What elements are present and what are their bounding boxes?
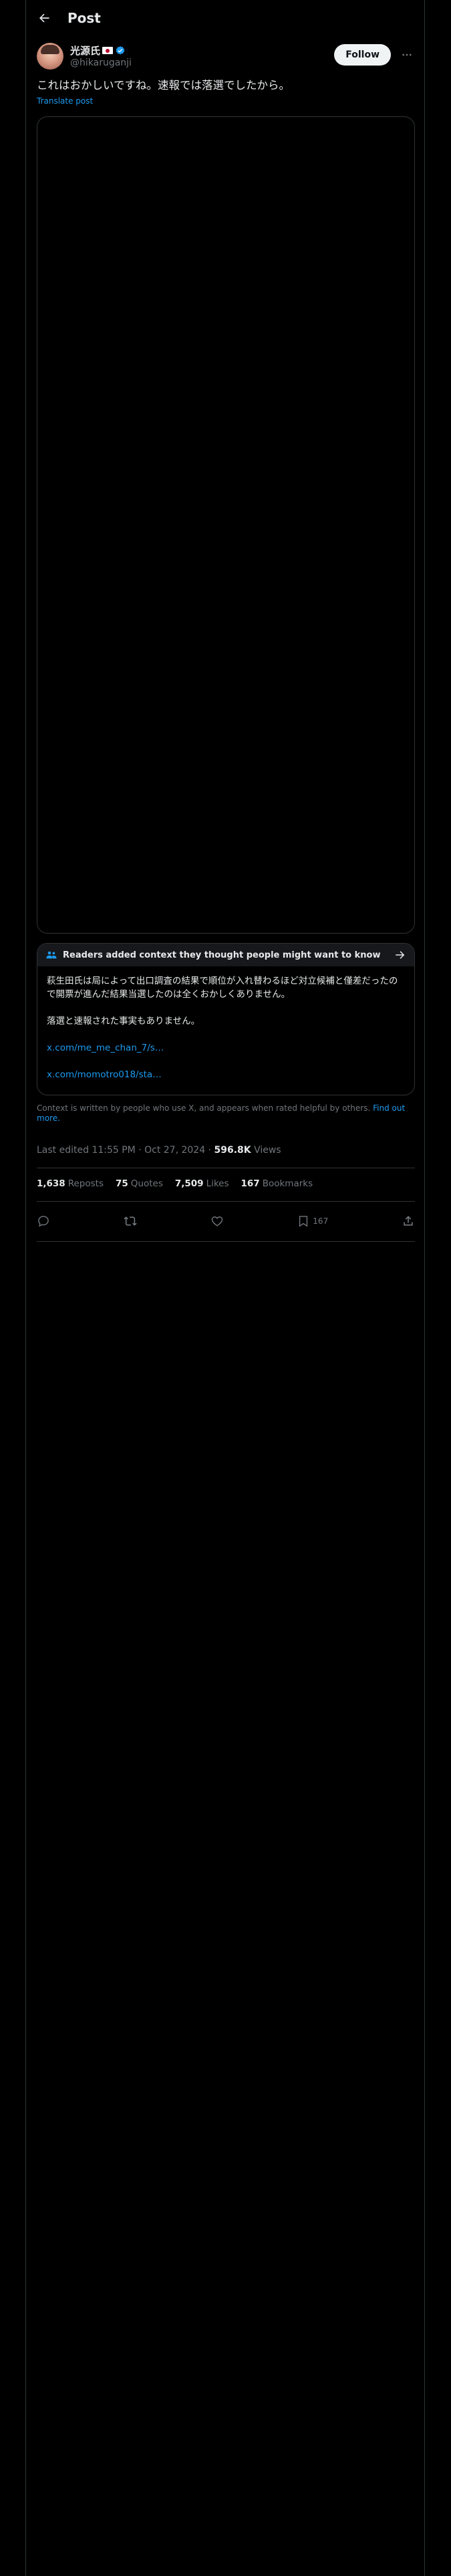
display-name[interactable]: 光源氏 [70,43,100,58]
community-note-body: 萩生田氏は局によって出口調査の結果で順位が入れ替わるほど対立候補と僅差だったので… [37,966,414,1095]
action-bar: 167 [37,1209,415,1233]
timestamp-text[interactable]: Last edited 11:55 PM · Oct 27, 2024 · [37,1145,211,1156]
post-text: これはおかしいですね。速報では落選でしたから。 [37,79,291,92]
primary-column: Post 光源氏 @hikaruganji Follow これはおかしいですね。… [25,0,425,2576]
avatar[interactable] [37,43,63,70]
community-note-footer-text: Context is written by people who use X, … [37,1103,371,1113]
people-icon [46,951,57,959]
community-note-paragraph: 萩生田氏は局によって出口調査の結果で順位が入れ替わるほど対立候補と僅差だったので… [47,976,398,1000]
post-timestamp: Last edited 11:55 PM · Oct 27, 2024 · 59… [37,1145,281,1156]
views-label: Views [254,1145,281,1156]
likes-stat[interactable]: 7,509 Likes [175,1178,229,1189]
community-note-source-link[interactable]: x.com/me_me_chan_7/s… [47,1041,405,1055]
more-horizontal-icon [402,53,412,56]
quotes-stat[interactable]: 75 Quotes [116,1178,163,1189]
reply-icon [38,1216,49,1227]
divider [37,1201,415,1202]
more-options-button[interactable] [399,47,415,63]
arrow-right-icon [396,951,405,959]
bookmark-button[interactable]: 167 [297,1214,328,1228]
community-note-header[interactable]: Readers added context they thought peopl… [37,944,414,966]
bookmark-icon [299,1216,308,1227]
top-bar: Post [26,0,424,35]
bookmarks-stat[interactable]: 167 Bookmarks [241,1178,313,1189]
translate-post-link[interactable]: Translate post [37,96,93,106]
like-button[interactable] [210,1214,224,1228]
repost-button[interactable] [124,1214,137,1228]
community-note-paragraph: 落選と速報された事実もありません。 [47,1016,200,1027]
reply-button[interactable] [37,1214,50,1228]
page-title: Post [67,9,101,26]
verified-badge-icon [116,45,125,55]
arrow-left-icon [39,13,49,22]
views-count: 596.8K [214,1145,251,1156]
japan-flag-icon [102,47,114,54]
follow-button[interactable]: Follow [334,44,391,66]
user-handle[interactable]: @hikaruganji [70,58,132,68]
share-button[interactable] [402,1214,415,1228]
post-stats: 1,638 Reposts 75 Quotes 7,509 Likes 167 Book… [37,1178,313,1189]
reposts-stat[interactable]: 1,638 Reposts [37,1178,104,1189]
community-note-source-link[interactable]: x.com/momotro018/sta… [47,1068,405,1081]
post-media[interactable] [37,116,415,934]
community-note-title: Readers added context they thought peopl… [63,950,381,960]
bookmark-count: 167 [313,1216,329,1226]
community-note-footer: Context is written by people who use X, … [37,1103,415,1123]
repost-icon [124,1216,137,1226]
post-author: 光源氏 @hikaruganji Follow [37,43,415,71]
back-button[interactable] [33,7,55,29]
divider [37,1241,415,1242]
share-icon [404,1216,413,1226]
heart-icon [211,1216,222,1226]
community-note: Readers added context they thought peopl… [37,943,415,1095]
